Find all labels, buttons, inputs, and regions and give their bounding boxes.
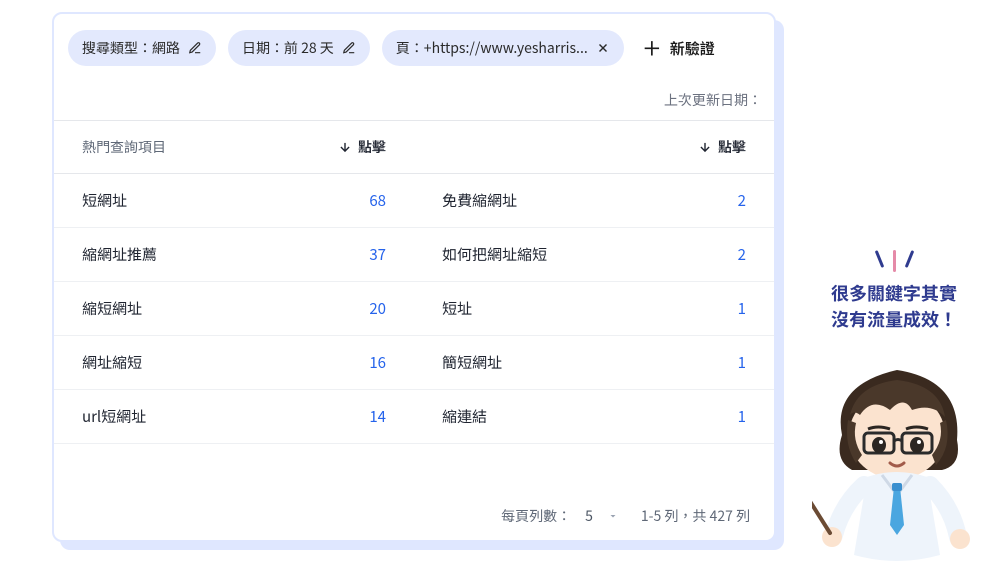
query-cell: 縮連結 xyxy=(442,406,487,427)
query-cell: 縮網址推薦 xyxy=(82,244,157,265)
clicks-cell: 1 xyxy=(738,352,746,373)
table-row[interactable]: 網址縮短 16 xyxy=(54,336,414,390)
query-cell: 短網址 xyxy=(82,190,127,211)
filter-chip-page[interactable]: 頁：+https://www.yesharris... xyxy=(382,30,624,66)
clicks-cell: 2 xyxy=(738,190,746,211)
table-row[interactable]: 縮連結 1 xyxy=(414,390,774,444)
table-row[interactable]: 短址 1 xyxy=(414,282,774,336)
rows-per-page[interactable]: 每頁列數： 5 xyxy=(501,506,619,526)
close-icon[interactable] xyxy=(596,41,610,55)
clicks-cell: 37 xyxy=(369,244,386,265)
sparkle-icon xyxy=(814,250,974,272)
pencil-icon xyxy=(188,41,202,55)
query-table-left: 熱門查詢項目 點擊 短網址 68 縮網址推薦 37 縮短網址 20 網址縮短 16 ur… xyxy=(54,121,414,492)
arrow-down-icon xyxy=(698,140,712,154)
table-row[interactable]: 簡短網址 1 xyxy=(414,336,774,390)
table-row[interactable]: 縮短網址 20 xyxy=(54,282,414,336)
filter-chip-date[interactable]: 日期：前 28 天 xyxy=(228,30,370,66)
table-header: 熱門查詢項目 點擊 xyxy=(54,121,414,174)
table-row[interactable]: url短網址 14 xyxy=(54,390,414,444)
col-header-clicks-sort[interactable]: 點擊 xyxy=(698,137,746,157)
search-console-card: 搜尋類型：網路 日期：前 28 天 頁：+https://www.yesharr… xyxy=(52,12,776,542)
filter-bar: 搜尋類型：網路 日期：前 28 天 頁：+https://www.yesharr… xyxy=(54,14,774,76)
query-cell: 縮短網址 xyxy=(82,298,142,319)
plus-icon: ＋ xyxy=(642,38,662,58)
clicks-cell: 20 xyxy=(369,298,386,319)
annotation-callout: 很多關鍵字其實 沒有流量成效！ xyxy=(814,250,974,332)
col-header-clicks: 點擊 xyxy=(718,137,746,157)
clicks-cell: 1 xyxy=(738,406,746,427)
col-header-query: 熱門查詢項目 xyxy=(82,137,166,157)
clicks-cell: 2 xyxy=(738,244,746,265)
arrow-down-icon xyxy=(338,140,352,154)
rows-per-page-label: 每頁列數： xyxy=(501,506,571,526)
clicks-cell: 1 xyxy=(738,298,746,319)
query-tables: 熱門查詢項目 點擊 短網址 68 縮網址推薦 37 縮短網址 20 網址縮短 16 ur… xyxy=(54,120,774,492)
filter-chip-search-type[interactable]: 搜尋類型：網路 xyxy=(68,30,216,66)
filter-chip-label: 日期：前 28 天 xyxy=(242,38,334,58)
chevron-down-icon xyxy=(607,510,619,522)
table-header: . 點擊 xyxy=(414,121,774,174)
clicks-cell: 16 xyxy=(369,352,386,373)
query-cell: 短址 xyxy=(442,298,472,319)
clicks-cell: 68 xyxy=(369,190,386,211)
chibi-character xyxy=(812,355,982,565)
query-cell: 簡短網址 xyxy=(442,352,502,373)
col-header-clicks: 點擊 xyxy=(358,137,386,157)
table-row[interactable]: 縮網址推薦 37 xyxy=(54,228,414,282)
pencil-icon xyxy=(342,41,356,55)
table-row[interactable]: 免費縮網址 2 xyxy=(414,174,774,228)
query-cell: 如何把網址縮短 xyxy=(442,244,547,265)
add-filter-button[interactable]: ＋ 新驗證 xyxy=(636,32,715,65)
pagination-bar: 每頁列數： 5 1-5 列，共 427 列 xyxy=(54,492,774,540)
filter-chip-label: 搜尋類型：網路 xyxy=(82,38,180,58)
clicks-cell: 14 xyxy=(369,406,386,427)
annotation-line1: 很多關鍵字其實 xyxy=(814,280,974,306)
table-row[interactable]: 如何把網址縮短 2 xyxy=(414,228,774,282)
filter-chip-label: 頁：+https://www.yesharris... xyxy=(396,38,588,58)
col-header-clicks-sort[interactable]: 點擊 xyxy=(338,137,386,157)
table-row[interactable]: 短網址 68 xyxy=(54,174,414,228)
pagination-range: 1-5 列，共 427 列 xyxy=(641,506,750,526)
last-updated-label: 上次更新日期： xyxy=(54,76,774,120)
query-table-right: . 點擊 免費縮網址 2 如何把網址縮短 2 短址 1 簡短網址 1 縮連結 1 xyxy=(414,121,774,492)
query-cell: 網址縮短 xyxy=(82,352,142,373)
annotation-line2: 沒有流量成效！ xyxy=(814,306,974,332)
query-cell: url短網址 xyxy=(82,406,146,427)
rows-per-page-value: 5 xyxy=(585,506,593,526)
query-cell: 免費縮網址 xyxy=(442,190,517,211)
add-filter-label: 新驗證 xyxy=(670,38,715,59)
